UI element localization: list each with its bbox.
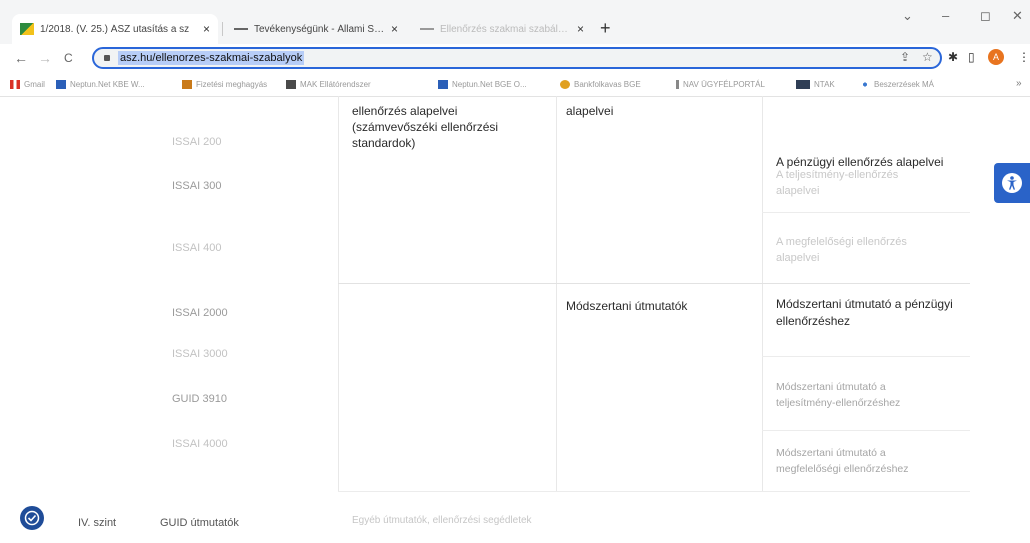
- minimize-icon[interactable]: –: [942, 8, 949, 23]
- bank-icon: [560, 80, 570, 89]
- browser-nav-bar: ← → C asz.hu/ellenorzes-szakmai-szabalyo…: [0, 44, 1030, 74]
- bookmark-mak[interactable]: MAK Ellátórendszer: [286, 80, 371, 89]
- code-issai-3000: ISSAI 3000: [172, 348, 228, 360]
- desc-compliance-audit-principles: A megfelelőségi ellenőrzés alapelvei: [776, 236, 907, 264]
- address-bar[interactable]: asz.hu/ellenorzes-szakmai-szabalyok: [92, 47, 942, 69]
- profile-avatar[interactable]: A: [988, 49, 1004, 65]
- share-icon[interactable]: ⇪: [900, 50, 910, 64]
- row-divider: [762, 356, 970, 357]
- tab-close-icon[interactable]: ×: [391, 22, 398, 36]
- other-guides-label: Egyéb útmutatók, ellenőrzési segédletek: [352, 515, 532, 526]
- code-issai-400: ISSAI 400: [172, 242, 222, 254]
- gmail-icon: [10, 80, 20, 89]
- bookmark-neptun-kbe[interactable]: Neptun.Net KBE W...: [56, 80, 145, 89]
- tab-separator: [222, 22, 223, 36]
- bookmark-neptun-bge[interactable]: Neptun.Net BGE O...: [438, 80, 527, 89]
- tab-tevekenysegunk[interactable]: Tevékenységünk - Állami Számv ×: [226, 14, 406, 44]
- pdf-icon: [182, 80, 192, 89]
- tab-asz-utasitas[interactable]: 1/2018. (V. 25.) ÁSZ utasítás a sz ×: [12, 14, 218, 44]
- code-issai-4000: ISSAI 4000: [172, 438, 228, 450]
- row-divider: [762, 212, 970, 213]
- code-guid-3910: GUID 3910: [172, 393, 228, 405]
- lock-icon[interactable]: [104, 55, 110, 61]
- tab-ellenorzes-szabalyok[interactable]: Ellenőrzés szakmai szabályok ×: [412, 14, 592, 44]
- bookmarks-overflow-icon[interactable]: »: [1016, 78, 1022, 89]
- tab-label: Ellenőrzés szakmai szabályok: [440, 23, 571, 35]
- row-divider: [338, 283, 970, 284]
- asz-favicon-icon: [20, 23, 34, 35]
- accessibility-icon: [1002, 173, 1022, 193]
- row-divider: [338, 491, 970, 492]
- bookmark-nav[interactable]: NAV ÜGYFÉLPORTÁL: [676, 80, 765, 89]
- extensions-icon[interactable]: ✱: [948, 50, 958, 64]
- principles-description: ellenőrzés alapelvei (számvevőszéki elle…: [352, 104, 499, 150]
- level-badge-icon: [20, 506, 44, 530]
- bookmark-fizetesi-meghagyas[interactable]: Fizetési meghagyás: [182, 80, 267, 89]
- tab-search-chevron-icon[interactable]: ⌄: [902, 8, 913, 24]
- beszerzes-icon: [860, 80, 870, 89]
- bookmarks-bar: Gmail Neptun.Net KBE W... Fizetési megha…: [0, 74, 1030, 97]
- bookmark-ntak[interactable]: NTAK: [796, 80, 835, 89]
- bookmark-gmail[interactable]: Gmail: [10, 80, 45, 89]
- tab-close-icon[interactable]: ×: [203, 22, 210, 36]
- neptun-icon: [56, 80, 66, 89]
- back-button[interactable]: ←: [14, 50, 28, 66]
- desc-performance-audit-guide: Módszertani útmutató a teljesítmény-elle…: [776, 381, 901, 409]
- forward-button[interactable]: →: [38, 50, 52, 66]
- bookmark-beszerzesek[interactable]: Beszerzések MÁ: [860, 80, 934, 89]
- bookmark-star-icon[interactable]: ☆: [922, 50, 933, 64]
- dash-favicon-icon: [420, 28, 434, 30]
- tab-label: 1/2018. (V. 25.) ÁSZ utasítás a sz: [40, 23, 190, 35]
- tab-label: Tevékenységünk - Állami Számv: [254, 23, 385, 35]
- mak-icon: [286, 80, 296, 89]
- browser-tab-bar: 1/2018. (V. 25.) ÁSZ utasítás a sz × Tev…: [0, 0, 1030, 44]
- bookmark-bank[interactable]: Bankfolkavas BGE: [560, 80, 641, 89]
- new-tab-button[interactable]: +: [600, 18, 611, 39]
- url-text[interactable]: asz.hu/ellenorzes-szakmai-szabalyok: [118, 51, 305, 65]
- ntak-icon: [796, 80, 810, 89]
- nav-icon: [676, 80, 679, 89]
- dash-favicon-icon: [234, 28, 248, 30]
- side-panel-icon[interactable]: ▯: [968, 50, 975, 64]
- column-divider: [338, 96, 339, 491]
- restore-icon[interactable]: ◻: [980, 8, 991, 24]
- column-divider: [556, 96, 557, 491]
- neptun-icon: [438, 80, 448, 89]
- check-clock-icon: [24, 510, 40, 526]
- principles-heading: alapelvei: [566, 104, 614, 118]
- guid-guides-label: GUID útmutatók: [160, 517, 239, 529]
- tab-close-icon[interactable]: ×: [577, 22, 584, 36]
- code-issai-2000: ISSAI 2000: [172, 307, 228, 319]
- code-issai-300: ISSAI 300: [172, 180, 222, 192]
- level-label: IV. szint: [78, 517, 117, 529]
- menu-kebab-icon[interactable]: ⋮: [1018, 50, 1030, 64]
- close-window-icon[interactable]: ✕: [1012, 8, 1023, 24]
- column-divider: [762, 96, 763, 491]
- desc-financial-audit-guide: Módszertani útmutató a pénzügyi ellenőrz…: [776, 297, 953, 328]
- accessibility-button[interactable]: [994, 163, 1030, 203]
- group-methodology-guides: Módszertani útmutatók: [566, 299, 688, 313]
- row-divider: [762, 430, 970, 431]
- desc-performance-audit-principles: A teljesítmény-ellenőrzés alapelvei: [776, 169, 899, 197]
- reload-button[interactable]: C: [64, 51, 73, 65]
- code-issai-200: ISSAI 200: [172, 136, 222, 148]
- desc-compliance-audit-guide: Módszertani útmutató a megfelelőségi ell…: [776, 447, 909, 475]
